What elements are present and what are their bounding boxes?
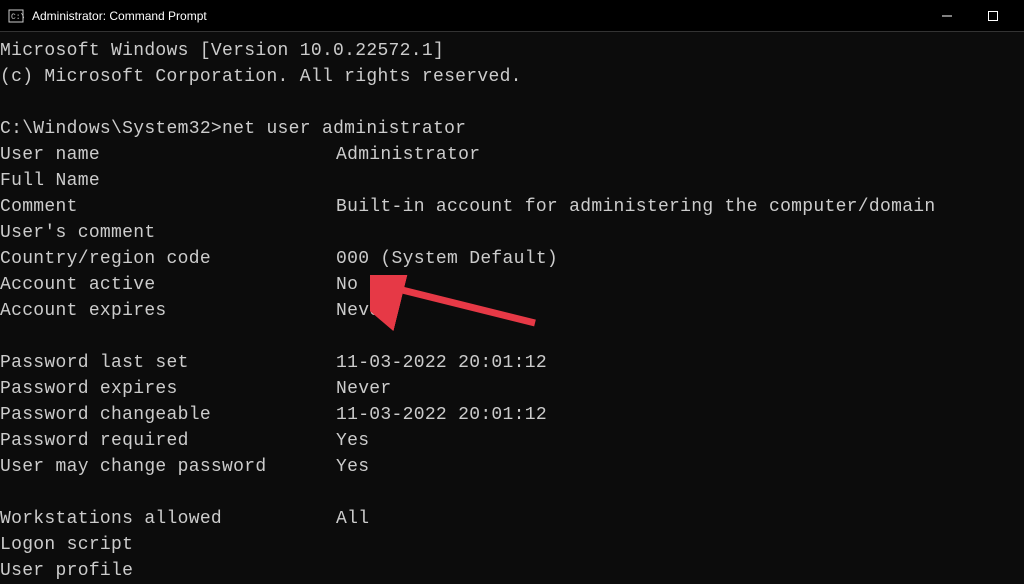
output-row: Workstations allowed All <box>0 506 1024 532</box>
field-label: User name <box>0 142 336 168</box>
field-value: Yes <box>336 454 369 480</box>
output-row: Comment Built-in account for administeri… <box>0 194 1024 220</box>
field-label: Comment <box>0 194 336 220</box>
field-label: User profile <box>0 558 336 584</box>
window-controls <box>924 0 1016 32</box>
field-value: 11-03-2022 20:01:12 <box>336 402 547 428</box>
prompt-text: C:\Windows\System32> <box>0 119 222 139</box>
output-row: User name Administrator <box>0 142 1024 168</box>
output-row: User profile <box>0 558 1024 584</box>
field-label: Password required <box>0 428 336 454</box>
field-value: Administrator <box>336 142 480 168</box>
output-row: Account expires Never <box>0 298 1024 324</box>
blank-line <box>0 324 1024 350</box>
prompt-line: C:\Windows\System32>net user administrat… <box>0 116 1024 142</box>
field-label: Password expires <box>0 376 336 402</box>
field-label: Password last set <box>0 350 336 376</box>
maximize-button[interactable] <box>970 0 1016 32</box>
svg-text:C:\: C:\ <box>11 13 24 22</box>
field-value: No <box>336 272 358 298</box>
field-value: 000 (System Default) <box>336 246 558 272</box>
field-value: Built-in account for administering the c… <box>336 194 936 220</box>
blank-line <box>0 90 1024 116</box>
field-value: Never <box>336 298 392 324</box>
field-label: Account expires <box>0 298 336 324</box>
output-row: Account active No <box>0 272 1024 298</box>
field-label: User's comment <box>0 220 336 246</box>
output-row: Password expires Never <box>0 376 1024 402</box>
field-value: 11-03-2022 20:01:12 <box>336 350 547 376</box>
field-label: Country/region code <box>0 246 336 272</box>
window-titlebar: C:\ Administrator: Command Prompt <box>0 0 1024 32</box>
minimize-button[interactable] <box>924 0 970 32</box>
blank-line <box>0 480 1024 506</box>
field-label: User may change password <box>0 454 336 480</box>
field-value: Never <box>336 376 392 402</box>
output-row: Password changeable 11-03-2022 20:01:12 <box>0 402 1024 428</box>
output-row: Logon script <box>0 532 1024 558</box>
field-value: Yes <box>336 428 369 454</box>
output-row: Full Name <box>0 168 1024 194</box>
output-row: Password required Yes <box>0 428 1024 454</box>
window-title: Administrator: Command Prompt <box>32 9 924 23</box>
field-label: Logon script <box>0 532 336 558</box>
field-label: Workstations allowed <box>0 506 336 532</box>
field-label: Full Name <box>0 168 336 194</box>
copyright-line: (c) Microsoft Corporation. All rights re… <box>0 64 1024 90</box>
field-value: All <box>336 506 369 532</box>
command-text: net user administrator <box>222 119 466 139</box>
field-label: Account active <box>0 272 336 298</box>
output-row: User's comment <box>0 220 1024 246</box>
output-row: Country/region code 000 (System Default) <box>0 246 1024 272</box>
field-label: Password changeable <box>0 402 336 428</box>
terminal-output[interactable]: Microsoft Windows [Version 10.0.22572.1]… <box>0 32 1024 584</box>
version-line: Microsoft Windows [Version 10.0.22572.1] <box>0 38 1024 64</box>
cmd-icon: C:\ <box>8 8 24 24</box>
output-row: User may change password Yes <box>0 454 1024 480</box>
output-row: Password last set 11-03-2022 20:01:12 <box>0 350 1024 376</box>
